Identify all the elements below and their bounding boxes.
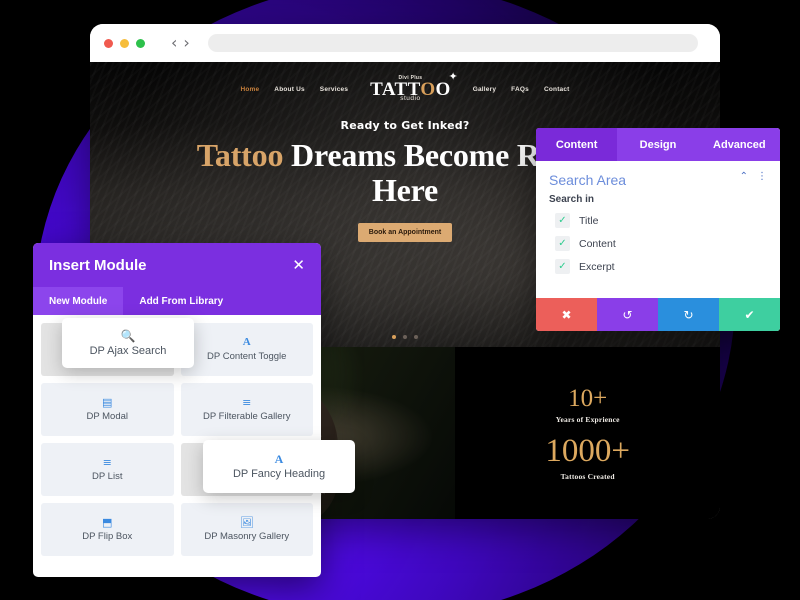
chevron-up-icon[interactable]: ⌃ [740,172,748,182]
browser-toolbar: ‹ › [90,24,720,62]
module-settings-panel: Content Design Advanced Search Area ⌃ ⋮ … [536,128,780,331]
checkbox-row-excerpt[interactable]: ✓ Excerpt [549,259,767,274]
module-label: DP Content Toggle [207,351,287,362]
maximize-window-dot[interactable] [136,38,145,48]
hero-headline-line2: Here [371,172,439,209]
settings-section-header: Search Area ⌃ ⋮ [549,172,767,189]
checkbox-content[interactable]: ✓ [555,236,570,251]
modal-icon: ▤ [102,396,113,409]
floating-chip-dp-ajax-search[interactable]: 🔍 DP Ajax Search [62,318,194,368]
settings-body: Search Area ⌃ ⋮ Search in ✓ Title ✓ Cont… [536,161,780,298]
list-lines-icon: ≡ [102,456,112,469]
tab-advanced[interactable]: Advanced [699,128,780,161]
module-tile-dp-filterable-gallery[interactable]: ≡ DP Filterable Gallery [180,383,313,436]
save-button[interactable]: ✔ [719,298,780,331]
nav-item-contact[interactable]: Contact [544,86,570,93]
site-navigation: Home About Us Services Divi Plus TATTOO … [90,62,720,103]
insert-module-header: Insert Module ✕ [33,243,321,287]
browser-nav-buttons: ‹ › [171,35,190,51]
more-options-icon[interactable]: ⋮ [757,172,767,182]
panel-title: Insert Module [49,256,147,274]
checkbox-row-title[interactable]: ✓ Title [549,213,767,228]
book-appointment-button[interactable]: Book an Appointment [357,223,453,243]
close-window-dot[interactable] [104,38,113,48]
chip-label: DP Ajax Search [89,344,167,357]
settings-tabs: Content Design Advanced [536,128,780,161]
tab-design[interactable]: Design [617,128,698,161]
nav-item-home[interactable]: Home [240,86,259,93]
stat-number: 1000+ [545,432,630,469]
flipbox-icon: ⬒ [102,516,113,529]
tab-add-from-library[interactable]: Add From Library [123,287,239,315]
settings-action-bar: ✖ ↺ ↻ ✔ [536,298,780,331]
carousel-dot-2[interactable] [403,335,407,339]
nav-item-about-us[interactable]: About Us [274,86,305,93]
carousel-dot-1[interactable] [392,335,396,339]
redo-button[interactable]: ↻ [658,298,719,331]
checkbox-row-content[interactable]: ✓ Content [549,236,767,251]
module-tile-dp-list[interactable]: ≡ DP List [41,443,174,496]
stat-label: Tattoos Created [560,471,615,481]
list-lines-icon: ≡ [242,396,252,409]
module-label: DP Flip Box [82,531,133,542]
magnifier-icon: 🔍 [120,328,136,343]
module-label: DP Masonry Gallery [204,531,290,542]
checkbox-label: Content [579,237,616,250]
stats-block: 10+ Years of Exprience 1000+ Tattoos Cre… [455,347,720,519]
module-label: DP Filterable Gallery [203,411,291,422]
back-arrow-icon[interactable]: ‹ [171,35,177,51]
sparkle-icon: ✦ [448,71,458,83]
stat-item-tattoos: 1000+ Tattoos Created [545,432,630,481]
forward-arrow-icon[interactable]: › [183,35,189,51]
module-tile-dp-content-toggle[interactable]: A DP Content Toggle [180,323,313,376]
search-in-label: Search in [549,194,595,205]
hero-headline-accent: Tattoo [196,136,284,173]
module-label: DP Modal [86,411,129,422]
stat-item-experience: 10+ Years of Exprience [556,386,620,424]
checkbox-label: Excerpt [579,260,615,273]
nav-item-gallery[interactable]: Gallery [473,86,496,93]
traffic-light-buttons [104,38,145,48]
chip-label: DP Fancy Heading [232,468,326,480]
module-tile-dp-flip-box[interactable]: ⬒ DP Flip Box [41,503,174,556]
url-input[interactable] [207,34,698,52]
insert-module-panel: Insert Module ✕ New Module Add From Libr… [33,243,321,577]
minimize-window-dot[interactable] [120,38,129,48]
letter-a-icon: A [242,336,251,348]
stat-number: 10+ [568,384,608,412]
stat-label: Years of Exprience [555,414,620,424]
tab-content[interactable]: Content [536,128,618,161]
close-icon[interactable]: ✕ [292,258,305,273]
gallery-icon: 🖼 [239,516,254,529]
tab-new-module[interactable]: New Module [33,287,124,315]
letter-a-icon: A [274,452,284,466]
undo-button[interactable]: ↺ [597,298,658,331]
checkbox-label: Title [579,214,599,227]
section-header-icons: ⌃ ⋮ [740,172,767,182]
floating-chip-dp-fancy-heading[interactable]: A DP Fancy Heading [203,440,355,493]
site-logo[interactable]: Divi Plus TATTOO studio ✦ [370,72,458,103]
module-label: DP List [92,471,123,482]
checkbox-title[interactable]: ✓ [555,213,570,228]
module-tile-dp-modal[interactable]: ▤ DP Modal [41,383,174,436]
nav-item-faqs[interactable]: FAQs [511,86,529,93]
insert-module-tabs: New Module Add From Library [33,287,321,315]
nav-item-services[interactable]: Services [320,86,348,93]
screenshot-stage: ‹ › Home About Us Services Divi Plus TAT… [0,0,800,600]
module-tile-dp-masonry-gallery[interactable]: 🖼 DP Masonry Gallery [180,503,313,556]
cancel-button[interactable]: ✖ [536,298,597,331]
checkbox-excerpt[interactable]: ✓ [555,259,570,274]
section-title: Search Area [549,172,627,188]
carousel-dot-3[interactable] [414,335,418,339]
